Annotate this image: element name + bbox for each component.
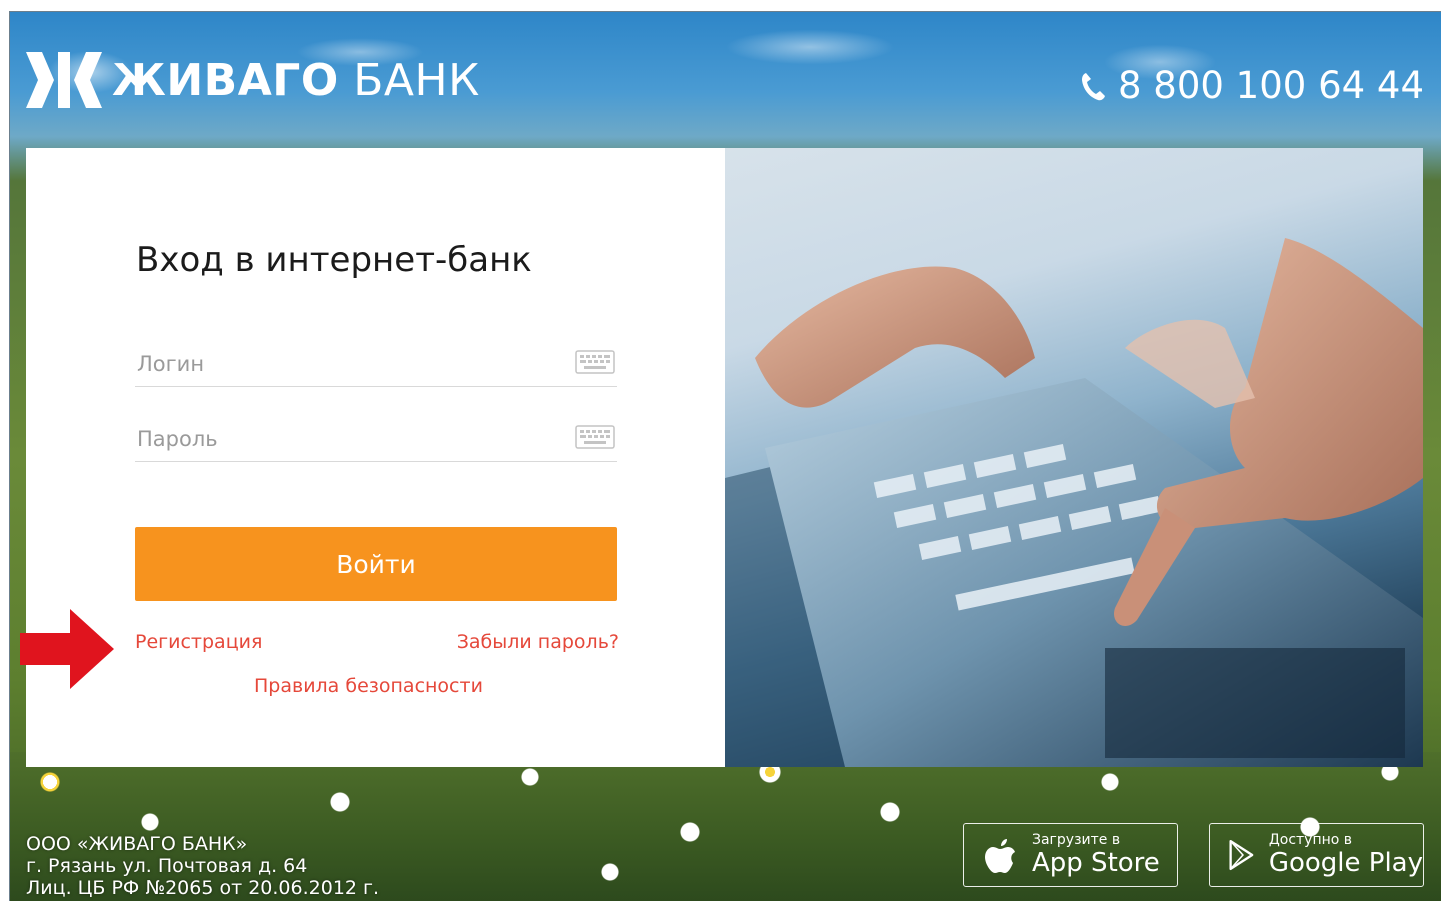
phone-icon [1082, 72, 1105, 100]
company-license: Лиц. ЦБ РФ №2065 от 20.06.2012 г. [26, 877, 380, 899]
phone-number[interactable]: 8 800 100 64 44 [1080, 64, 1424, 107]
company-address: г. Рязань ул. Почтовая д. 64 [26, 855, 308, 877]
google-play-button[interactable]: Доступно в Google Play [1209, 823, 1424, 887]
bank-logo-icon [26, 52, 102, 108]
password-field [135, 419, 617, 462]
password-input[interactable] [135, 419, 557, 459]
login-button[interactable]: Войти [135, 527, 617, 601]
login-input[interactable] [135, 344, 557, 384]
login-form: Вход в интернет-банк Логин Войти Регистр… [20, 148, 725, 767]
keyboard-icon[interactable] [575, 350, 615, 374]
login-field [135, 344, 617, 387]
page-title: Вход в интернет-банк [136, 240, 532, 280]
page-background: ЖИВАГО БАНК 8 800 100 64 44 Вход в интер… [9, 11, 1441, 901]
keyboard-icon[interactable] [575, 425, 615, 449]
company-info: ООО «ЖИВАГО БАНК» г. Рязань ул. Почтовая… [26, 833, 379, 899]
security-rules-link[interactable]: Правила безопасности [254, 675, 483, 697]
bank-logo-text: ЖИВАГО БАНК [112, 55, 480, 106]
annotation-arrow-icon [20, 609, 114, 689]
google-play-label: Google Play [1268, 848, 1423, 878]
app-store-button[interactable]: Загрузите в App Store [963, 823, 1178, 887]
forgot-password-link[interactable]: Забыли пароль? [457, 631, 619, 653]
google-play-caption: Доступно в [1268, 832, 1353, 848]
logo-bold-word: ЖИВАГО [112, 54, 339, 106]
login-panel: Вход в интернет-банк Логин Войти Регистр… [20, 148, 1423, 767]
hands-on-laptop-photo [725, 148, 1423, 767]
apple-icon [985, 839, 1015, 873]
app-store-label: App Store [1032, 848, 1160, 878]
bank-logo[interactable]: ЖИВАГО БАНК [24, 48, 480, 112]
logo-light-word: БАНК [353, 54, 480, 106]
phone-text: 8 800 100 64 44 [1118, 64, 1424, 107]
app-store-caption: Загрузите в [1032, 832, 1121, 848]
register-link[interactable]: Регистрация [135, 631, 262, 653]
google-play-icon [1229, 839, 1254, 871]
company-name: ООО «ЖИВАГО БАНК» [26, 833, 248, 855]
laptop-illustration [725, 238, 1423, 767]
